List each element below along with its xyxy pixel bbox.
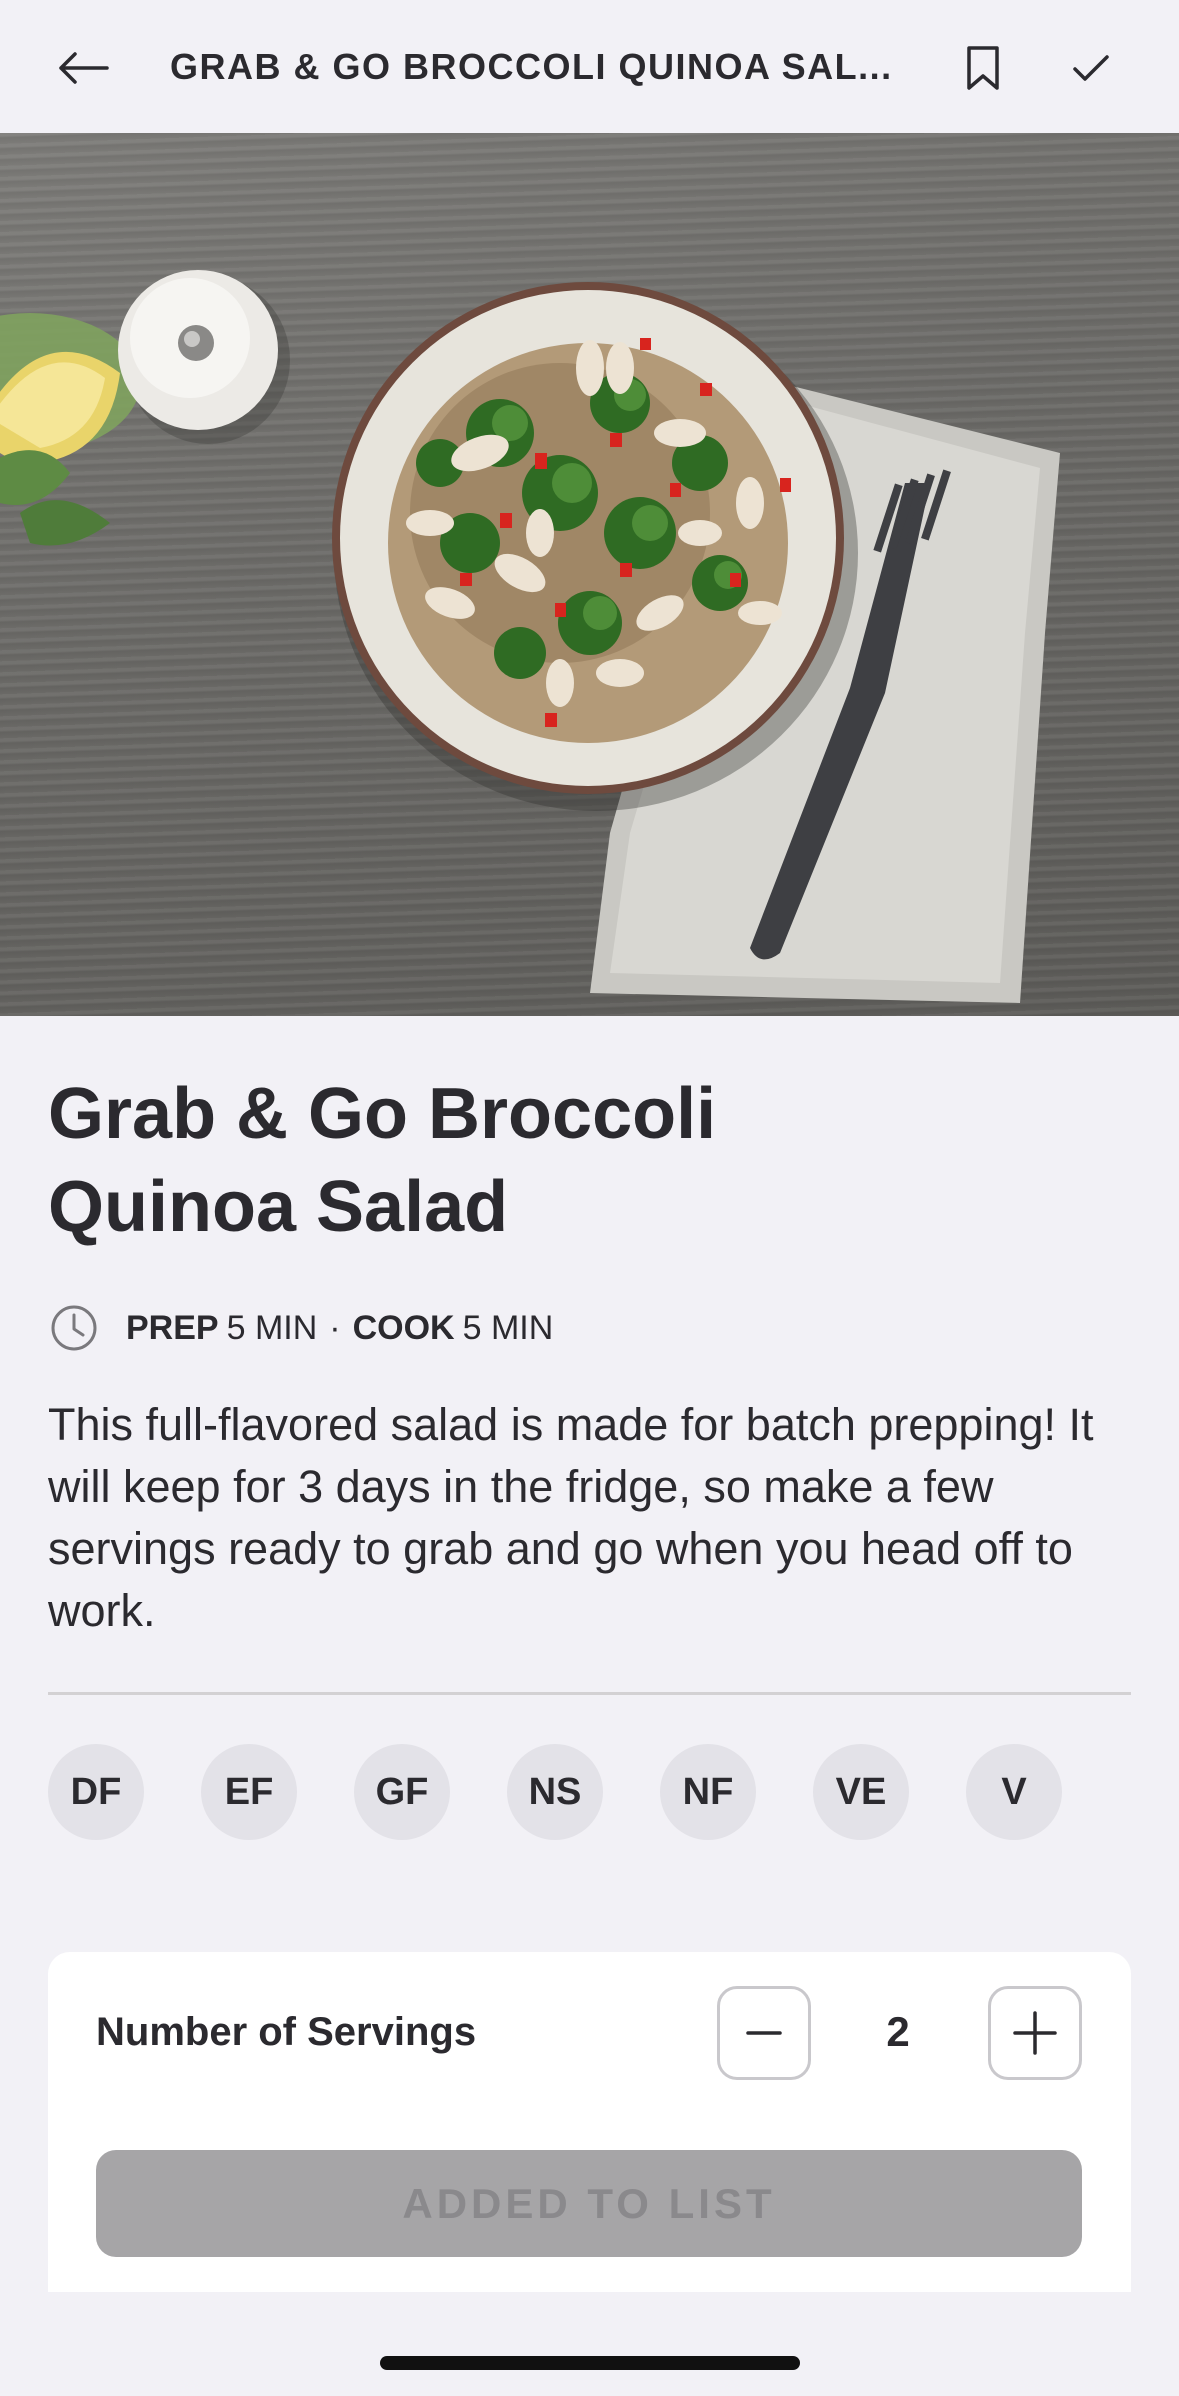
- diet-badge-nf[interactable]: NF: [660, 1744, 756, 1840]
- done-button[interactable]: [1056, 33, 1126, 103]
- plus-icon: [1013, 2011, 1057, 2055]
- diet-badge-gf[interactable]: GF: [354, 1744, 450, 1840]
- increase-servings-button[interactable]: [988, 1986, 1082, 2080]
- home-indicator[interactable]: [380, 2356, 800, 2370]
- prep-label: PREP: [126, 1308, 219, 1347]
- meta-separator: ·: [329, 1308, 341, 1347]
- recipe-description: This full-flavored salad is made for bat…: [48, 1399, 1094, 1636]
- prep-time: 5 MIN: [226, 1308, 318, 1347]
- checkmark-icon: [1073, 55, 1109, 81]
- divider: [48, 1692, 1131, 1695]
- recipe-title: Grab & Go Broccoli Quinoa Salad: [48, 1068, 1048, 1254]
- bookmark-button[interactable]: [948, 33, 1018, 103]
- back-button[interactable]: [48, 33, 118, 103]
- page-title: GRAB & GO BROCCOLI QUINOA SAL...: [170, 46, 893, 87]
- diet-badge-ns[interactable]: NS: [507, 1744, 603, 1840]
- top-bar: GRAB & GO BROCCOLI QUINOA SAL...: [0, 0, 1179, 133]
- salt-shaker: [118, 270, 290, 444]
- cook-time: 5 MIN: [462, 1308, 554, 1347]
- decrease-servings-button[interactable]: [717, 1986, 811, 2080]
- cook-label: COOK: [352, 1308, 455, 1347]
- servings-card: Number of Servings 2 ADDED TO LIST: [48, 1952, 1131, 2292]
- added-to-list-button[interactable]: ADDED TO LIST: [96, 2150, 1082, 2257]
- arrow-left-icon: [59, 52, 109, 84]
- clock-icon: [51, 1305, 97, 1351]
- salad-bowl: [332, 282, 858, 811]
- bookmark-icon: [967, 46, 999, 90]
- servings-label: Number of Servings: [96, 2010, 477, 2054]
- servings-value: 2: [886, 2008, 910, 2055]
- recipe-title-line-1: Grab & Go Broccoli: [48, 1074, 717, 1154]
- diet-badge-ef[interactable]: EF: [201, 1744, 297, 1840]
- diet-badge-df[interactable]: DF: [48, 1744, 144, 1840]
- minus-icon: [746, 2031, 782, 2035]
- recipe-hero-image: [0, 133, 1179, 1016]
- salad-photo: [0, 270, 1060, 1003]
- recipe-time-info: PREP 5 MIN · COOK 5 MIN: [48, 1298, 553, 1358]
- recipe-title-line-2: Quinoa Salad: [48, 1167, 509, 1247]
- diet-badge-v[interactable]: V: [966, 1744, 1062, 1840]
- diet-badge-ve[interactable]: VE: [813, 1744, 909, 1840]
